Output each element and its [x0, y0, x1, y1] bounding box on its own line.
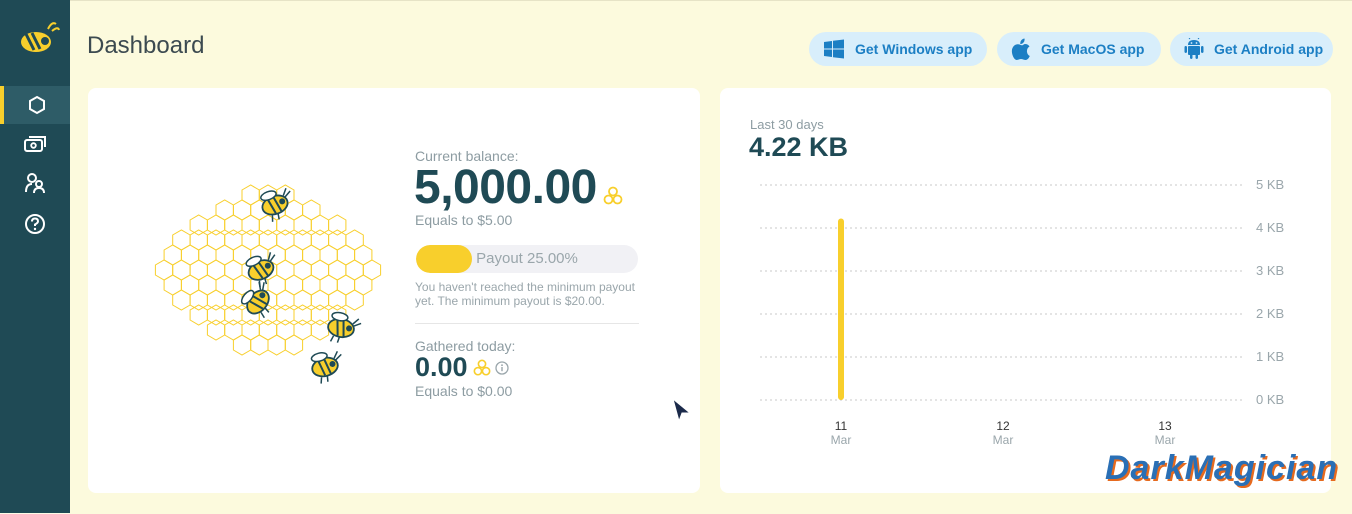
watermark: DarkMagician	[1105, 449, 1339, 487]
honeycomb-cell	[189, 289, 208, 311]
honeycomb-cell	[310, 304, 330, 326]
divider	[415, 323, 639, 324]
honeycomb-cell	[276, 289, 295, 311]
y-tick-label: 4 KB	[1256, 220, 1284, 235]
honey-coin-icon	[603, 186, 623, 204]
main-area: Dashboard Get Windows app Get MacOS app …	[70, 0, 1352, 514]
bee-icon	[310, 350, 342, 384]
traffic-total: 4.22 KB	[749, 132, 849, 162]
bee-icon	[327, 311, 362, 343]
x-tick-month: Mar	[831, 433, 852, 447]
android-button-label: Get Android app	[1214, 41, 1324, 57]
help-icon	[25, 214, 45, 234]
honeycomb-cell	[224, 304, 243, 326]
info-icon[interactable]	[494, 360, 509, 375]
balance-equals: Equals to $5.00	[415, 212, 513, 228]
payout-progress-label: Payout 25.00%	[476, 250, 578, 267]
honeycomb-cell	[293, 304, 312, 326]
honeycomb-cell	[206, 319, 226, 341]
gathered-equals: Equals to $0.00	[415, 383, 513, 399]
honeycomb-cell	[241, 214, 260, 236]
traffic-card: Last 30 days 4.22 KB 5 KB 4 KB 3 KB 2 KB 1 K…	[720, 88, 1331, 493]
chart-bar	[838, 218, 844, 400]
honeycomb-cell	[189, 304, 208, 326]
macos-button-label: Get MacOS app	[1041, 41, 1145, 57]
traffic-period-label: Last 30 days	[750, 117, 824, 132]
honeycomb-cell	[310, 319, 330, 341]
honeycomb-cell	[250, 334, 269, 356]
honeycomb-cell	[206, 304, 226, 326]
y-tick-label: 1 KB	[1256, 349, 1284, 364]
honeycomb-cell	[258, 214, 278, 236]
honeycomb-cell	[224, 289, 243, 311]
x-tick-day: 12	[996, 419, 1010, 433]
windows-button-label: Get Windows app	[855, 41, 973, 57]
honeycomb-cell	[189, 214, 208, 236]
y-tick-label: 0 KB	[1256, 392, 1284, 407]
x-tick-month: Mar	[1155, 433, 1176, 447]
honeycomb-cell	[172, 289, 191, 311]
page-title: Dashboard	[87, 32, 205, 59]
get-macos-app-button[interactable]: Get MacOS app	[997, 32, 1161, 66]
balance-card: Current balance: 5,000.00 Equals to $5.0…	[88, 88, 700, 493]
honeycomb-cell	[310, 289, 330, 311]
honeycomb-cell	[206, 214, 226, 236]
honeycomb-cell	[328, 214, 347, 236]
get-android-app-button[interactable]: Get Android app	[1170, 32, 1333, 66]
honeycomb-cell	[206, 289, 226, 311]
x-tick-day: 11	[835, 419, 848, 433]
honeycomb-cell	[293, 214, 312, 236]
sidebar	[0, 0, 70, 513]
honeycomb-illustration	[154, 184, 382, 384]
payout-progress-bar: Payout 25.00%	[416, 245, 638, 273]
nav-dashboard[interactable]	[0, 86, 70, 124]
hexagon-icon	[29, 95, 45, 115]
nav-earnings[interactable]	[0, 125, 70, 163]
y-tick-label: 2 KB	[1256, 306, 1284, 321]
honeycomb-cell	[267, 334, 286, 356]
honeycomb-cell	[284, 334, 304, 356]
payout-note: You haven't reached the minimum payout y…	[415, 280, 635, 308]
people-icon	[25, 173, 45, 194]
nav-referrals[interactable]	[0, 164, 70, 202]
honey-coin-icon	[473, 359, 491, 376]
money-icon	[24, 136, 46, 152]
x-tick-month: Mar	[993, 433, 1014, 447]
x-tick-day: 13	[1158, 419, 1172, 433]
bee-logo[interactable]	[12, 16, 60, 56]
gathered-today-value: 0.00	[415, 352, 468, 382]
honeycomb-cell	[232, 334, 252, 356]
y-tick-label: 5 KB	[1256, 177, 1284, 192]
honeycomb-cell	[224, 214, 243, 236]
windows-icon	[824, 39, 844, 59]
y-tick-label: 3 KB	[1256, 263, 1284, 278]
honeycomb-cell	[310, 214, 330, 236]
nav-help[interactable]	[0, 205, 70, 243]
get-windows-app-button[interactable]: Get Windows app	[809, 32, 987, 66]
apple-icon	[1011, 38, 1030, 60]
honeycomb-cell	[328, 289, 347, 311]
mouse-cursor-icon	[672, 397, 692, 423]
honeycomb-cell	[276, 304, 295, 326]
traffic-chart: 5 KB4 KB3 KB2 KB1 KB0 KB11Mar12Mar13Mar	[760, 177, 1284, 447]
balance-row: 5,000.00	[414, 160, 623, 215]
gathered-row: 0.00	[415, 352, 509, 383]
honeycomb-cell	[293, 289, 312, 311]
current-balance-value: 5,000.00	[414, 161, 597, 214]
android-icon	[1184, 38, 1204, 59]
bee-icon	[240, 281, 270, 319]
honeycomb-cell	[345, 289, 364, 311]
